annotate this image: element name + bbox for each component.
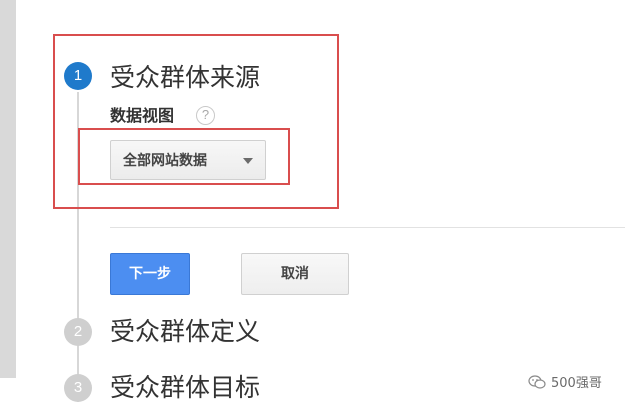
step-3-title[interactable]: 受众群体目标 [110,372,260,404]
left-sidebar-edge [0,0,16,378]
step-2-number-badge: 2 [64,318,92,346]
watermark: 500强哥 [528,372,602,391]
cancel-button[interactable]: 取消 [241,253,349,295]
highlight-outline-view-select [78,128,290,185]
step-2-title[interactable]: 受众群体定义 [110,316,260,348]
watermark-text: 500强哥 [551,376,602,391]
section-divider [110,227,625,228]
next-step-button[interactable]: 下一步 [110,253,190,295]
wechat-icon [528,374,546,389]
step-3-number-badge: 3 [64,374,92,402]
